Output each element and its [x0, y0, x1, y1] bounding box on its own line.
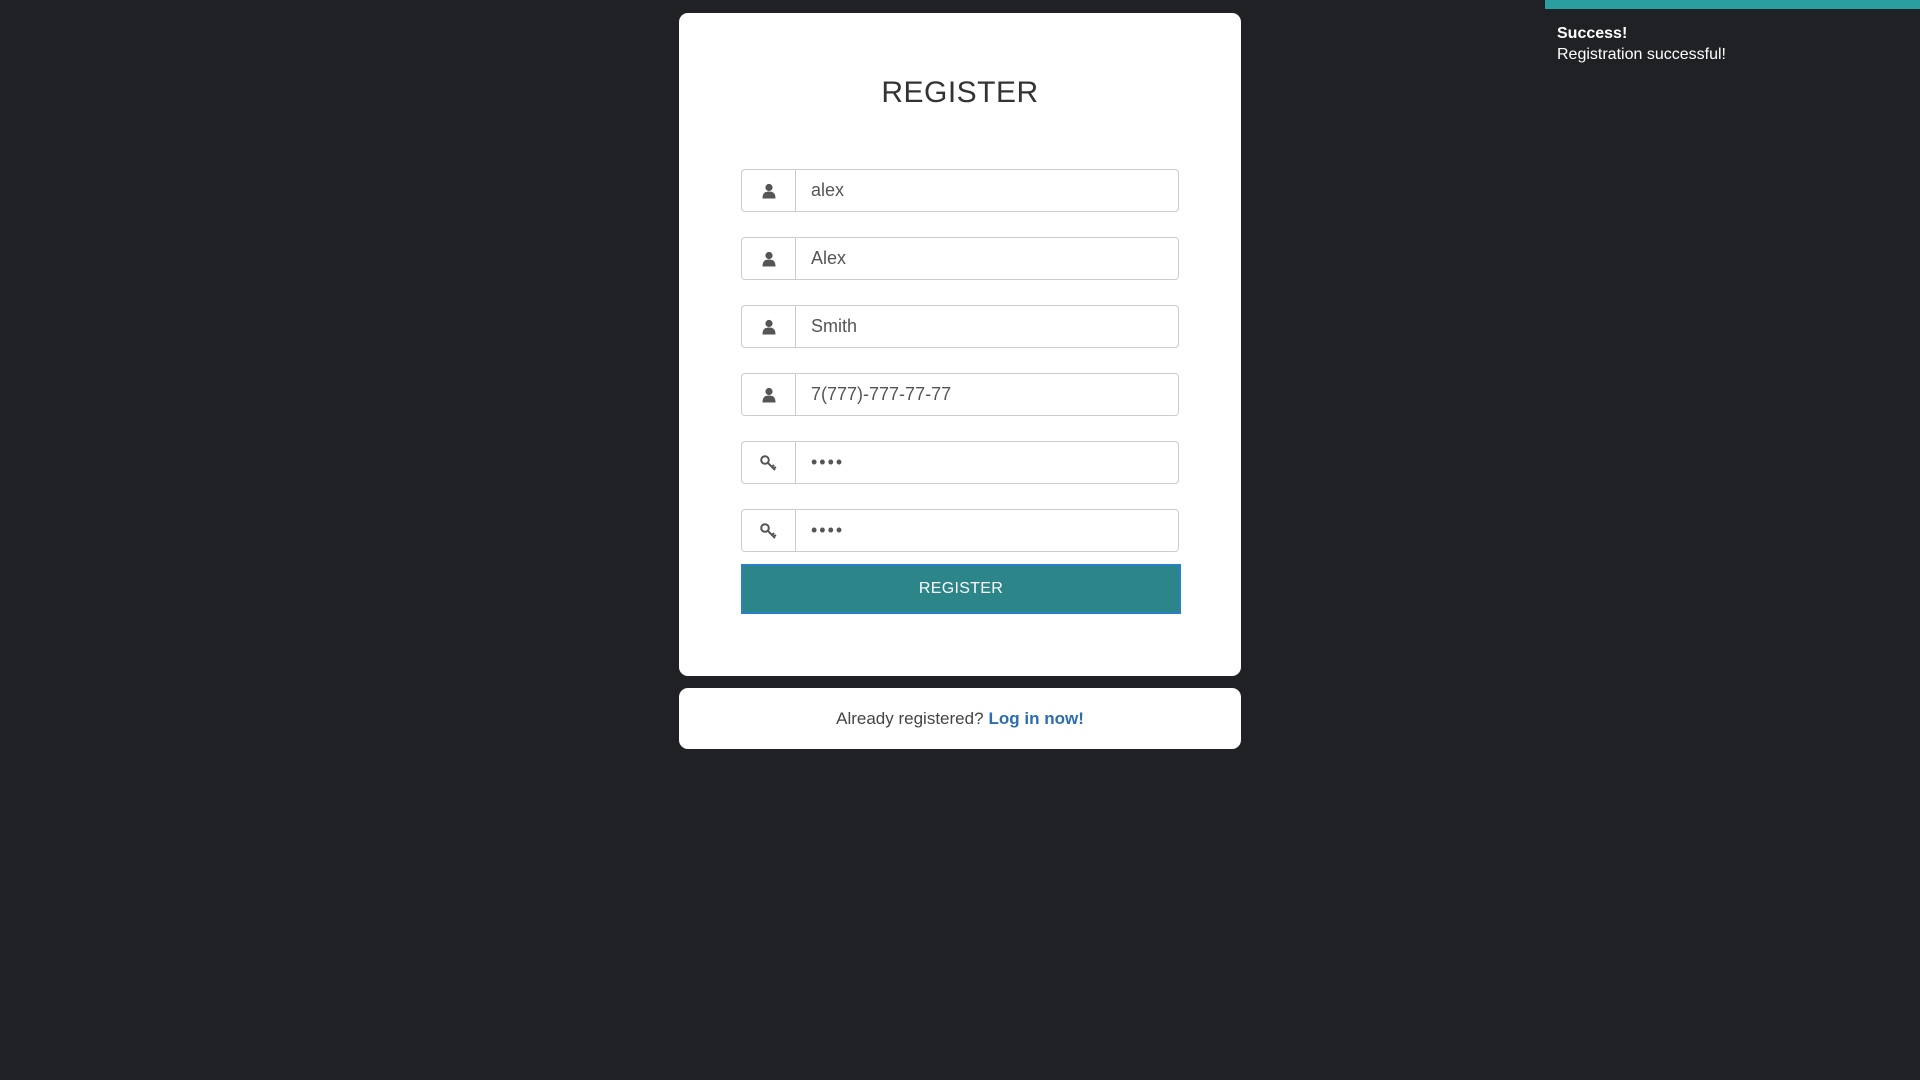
login-link[interactable]: Log in now! [989, 709, 1084, 729]
password-confirm-field-group [741, 509, 1179, 552]
toast-message: Registration successful! [1557, 46, 1726, 63]
toast-progress-bar [1545, 0, 1920, 9]
key-icon [741, 441, 795, 484]
login-prompt-text: Already registered? [836, 708, 984, 728]
phone-input[interactable] [795, 373, 1179, 416]
login-prompt-card: Already registered? Log in now! [679, 688, 1241, 749]
user-icon [741, 373, 795, 416]
last-name-field-group [741, 305, 1179, 348]
register-page: REGISTER alex Alex Smith 7(777)-777-77-7… [0, 0, 1920, 1080]
user-icon [741, 169, 795, 212]
form-title: REGISTER [881, 76, 1039, 109]
first-name-input[interactable] [795, 237, 1179, 280]
username-field-group [741, 169, 1179, 212]
username-input[interactable] [795, 169, 1179, 212]
user-icon [741, 305, 795, 348]
user-icon [741, 237, 795, 280]
register-button[interactable]: REGISTER [741, 564, 1181, 614]
password-field-group [741, 441, 1179, 484]
success-toast[interactable]: Success! Registration successful! [1545, 0, 1920, 80]
register-card: REGISTER alex Alex Smith 7(777)-777-77-7… [679, 13, 1241, 676]
phone-field-group [741, 373, 1179, 416]
password-input[interactable] [795, 441, 1179, 484]
last-name-input[interactable] [795, 305, 1179, 348]
toast-title: Success! [1557, 25, 1628, 42]
password-confirm-input[interactable] [795, 509, 1179, 552]
key-icon [741, 509, 795, 552]
first-name-field-group [741, 237, 1179, 280]
